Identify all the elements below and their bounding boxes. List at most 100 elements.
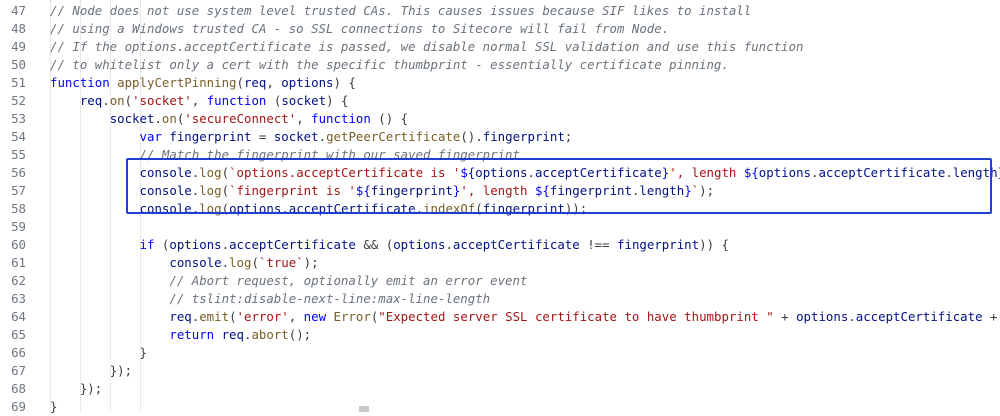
code-token: , bbox=[288, 309, 304, 324]
code-token: options bbox=[281, 75, 334, 90]
code-token: socket bbox=[109, 111, 155, 126]
code-line[interactable]: 67 }); bbox=[0, 362, 1000, 380]
line-number: 57 bbox=[11, 183, 26, 198]
code-text: return req.abort(); bbox=[50, 326, 311, 344]
code-line[interactable]: 54 var fingerprint = socket.getPeerCerti… bbox=[0, 128, 1000, 146]
code-token: options bbox=[169, 237, 222, 252]
code-token: = bbox=[251, 129, 274, 144]
indentation bbox=[50, 309, 169, 324]
code-token: !== bbox=[579, 237, 618, 252]
code-line[interactable]: 53 socket.on('secureConnect', function (… bbox=[0, 110, 1000, 128]
code-token: (). bbox=[460, 129, 483, 144]
code-token: // to whitelist only a cert with the spe… bbox=[50, 57, 729, 72]
code-token: }); bbox=[109, 363, 133, 378]
code-token: )) { bbox=[699, 237, 729, 252]
code-token: (); bbox=[288, 327, 312, 342]
code-text: // Node does not use system level truste… bbox=[50, 2, 751, 20]
code-token: getPeerCertificate bbox=[326, 129, 461, 144]
code-token: // tslint:disable-next-line:max-line-len… bbox=[169, 291, 491, 306]
code-line[interactable]: 52 req.on('socket', function (socket) { bbox=[0, 92, 1000, 110]
code-line[interactable]: 69} bbox=[0, 398, 1000, 416]
code-token: , bbox=[266, 75, 282, 90]
code-token: abort bbox=[251, 327, 289, 342]
code-token: ( bbox=[236, 75, 244, 90]
code-token: ( bbox=[124, 93, 133, 108]
code-token: Error bbox=[333, 309, 371, 324]
code-token: function bbox=[50, 75, 118, 90]
code-token: fingerprint bbox=[169, 129, 252, 144]
code-editor[interactable]: 47 // Node does not use system level trus… bbox=[0, 0, 1000, 414]
line-number: 64 bbox=[11, 309, 26, 324]
line-number: 58 bbox=[11, 201, 26, 216]
code-token: acceptCertificate bbox=[855, 309, 983, 324]
code-token: . bbox=[154, 111, 162, 126]
code-text: } bbox=[50, 398, 57, 416]
code-line[interactable]: 59 bbox=[0, 218, 1000, 236]
code-line[interactable]: 49 // If the options.acceptCertificate is… bbox=[0, 38, 1000, 56]
line-number: 49 bbox=[11, 39, 26, 54]
code-line[interactable]: 64 req.emit('error', new Error("Expected… bbox=[0, 308, 1000, 326]
indentation bbox=[50, 291, 169, 306]
code-token: // using a Windows trusted CA - so SSL c… bbox=[50, 21, 670, 36]
code-token: 'error' bbox=[236, 309, 289, 324]
code-text: // Abort request, optionally emit an err… bbox=[50, 272, 527, 290]
code-token: return bbox=[169, 327, 222, 342]
code-token: 'socket' bbox=[132, 93, 192, 108]
code-token: console bbox=[169, 255, 222, 270]
line-number: 66 bbox=[11, 345, 26, 360]
code-token: function bbox=[311, 111, 379, 126]
line-number: 67 bbox=[11, 363, 26, 378]
code-token: emit bbox=[199, 309, 230, 324]
code-line[interactable]: 50 // to whitelist only a cert with the s… bbox=[0, 56, 1000, 74]
code-text: // If the options.acceptCertificate is p… bbox=[50, 38, 803, 56]
line-number: 51 bbox=[11, 75, 26, 90]
code-line[interactable]: 68 }); bbox=[0, 380, 1000, 398]
code-token: }); bbox=[79, 381, 103, 396]
indentation bbox=[50, 255, 169, 270]
code-token: req bbox=[221, 327, 244, 342]
code-token: // Node does not use system level truste… bbox=[50, 3, 752, 18]
code-line[interactable]: 47 // Node does not use system level trus… bbox=[0, 2, 1000, 20]
code-token: req bbox=[169, 309, 192, 324]
line-number: 54 bbox=[11, 129, 26, 144]
code-text: req.on('socket', function (socket) { bbox=[50, 92, 349, 110]
line-number: 52 bbox=[11, 93, 26, 108]
code-text: var fingerprint = socket.getPeerCertific… bbox=[50, 128, 573, 146]
code-line[interactable]: 51 function applyCertPinning(req, options… bbox=[0, 74, 1000, 92]
line-number: 56 bbox=[11, 165, 26, 180]
code-token: "Expected server SSL certificate to have… bbox=[378, 309, 774, 324]
code-line[interactable]: 65 return req.abort(); bbox=[0, 326, 1000, 344]
code-token: () { bbox=[378, 111, 409, 126]
line-number: 47 bbox=[11, 3, 26, 18]
code-token: . bbox=[221, 237, 230, 252]
code-token: . bbox=[848, 309, 856, 324]
line-number: 69 bbox=[11, 399, 26, 414]
line-number: 61 bbox=[11, 255, 26, 270]
code-text: console.log(`true`); bbox=[50, 254, 319, 272]
indentation bbox=[50, 129, 140, 144]
line-number: 48 bbox=[11, 21, 26, 36]
horizontal-scrollbar-thumb[interactable] bbox=[359, 406, 369, 412]
code-token: acceptCertificate bbox=[452, 237, 580, 252]
code-token: . bbox=[318, 129, 327, 144]
line-number: 55 bbox=[11, 147, 26, 162]
line-number: 65 bbox=[11, 327, 26, 342]
code-token: , bbox=[191, 93, 207, 108]
line-number: 60 bbox=[11, 237, 26, 252]
code-token: , bbox=[296, 111, 312, 126]
code-line[interactable]: 62 // Abort request, optionally emit an … bbox=[0, 272, 1000, 290]
indentation bbox=[50, 93, 80, 108]
code-token: ( bbox=[251, 255, 259, 270]
code-text: socket.on('secureConnect', function () { bbox=[50, 110, 408, 128]
code-token: var bbox=[139, 129, 170, 144]
code-line[interactable]: 63 // tslint:disable-next-line:max-line-… bbox=[0, 290, 1000, 308]
code-token: on bbox=[109, 93, 125, 108]
code-line[interactable]: 60 if (options.acceptCertificate && (opt… bbox=[0, 236, 1000, 254]
code-token: `true` bbox=[258, 255, 304, 270]
code-text: function applyCertPinning(req, options) … bbox=[50, 74, 356, 92]
code-line[interactable]: 66 } bbox=[0, 344, 1000, 362]
code-line[interactable]: 61 console.log(`true`); bbox=[0, 254, 1000, 272]
code-text: // using a Windows trusted CA - so SSL c… bbox=[50, 20, 669, 38]
code-token: ); bbox=[303, 255, 319, 270]
code-line[interactable]: 48 // using a Windows trusted CA - so SSL… bbox=[0, 20, 1000, 38]
